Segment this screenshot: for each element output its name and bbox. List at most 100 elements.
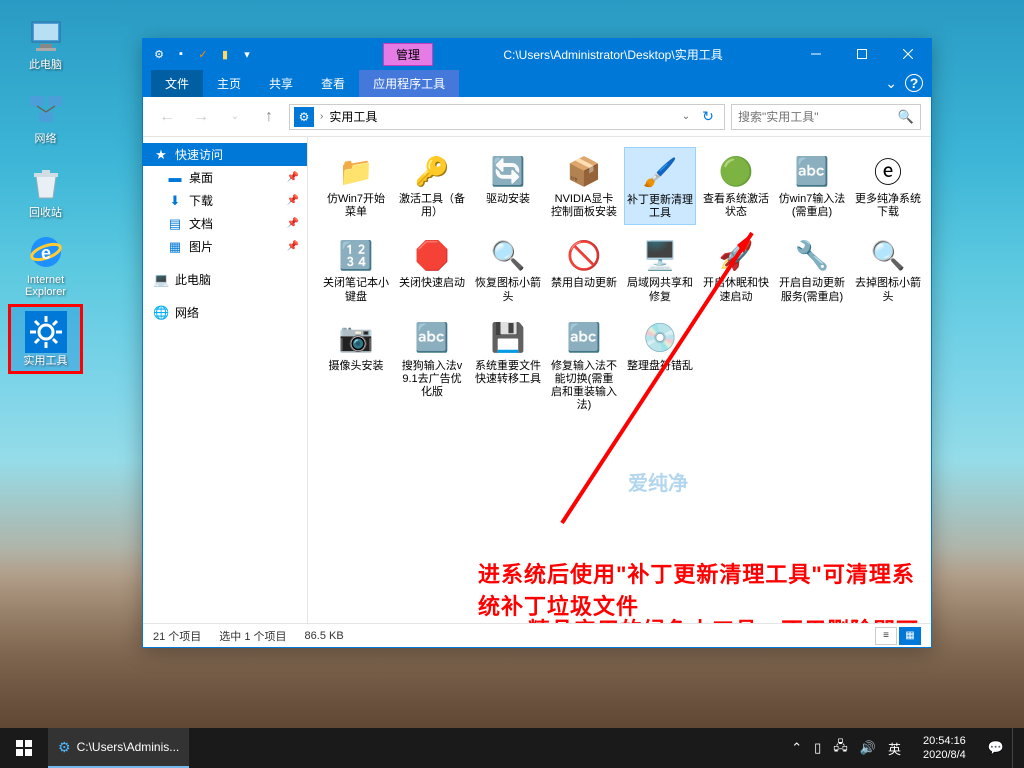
file-item[interactable]: 🔤搜狗输入法v9.1去广告优化版 [396,314,468,417]
file-item[interactable]: 💿整理盘符错乱 [624,314,696,417]
help-icon[interactable]: ? [905,74,923,92]
list-view-button[interactable]: ≡ [875,627,897,645]
taskbar-clock[interactable]: 20:54:16 2020/8/4 [913,734,976,763]
file-item[interactable]: ⓔ更多纯净系统下载 [852,147,924,225]
ribbon-tab-apptools[interactable]: 应用程序工具 [359,70,459,97]
file-label: 去掉图标小箭头 [854,277,922,303]
titlebar[interactable]: ⚙ ▪ ✓ ▮ ▾ 管理 C:\Users\Administrator\Desk… [143,39,931,69]
task-label: C:\Users\Adminis... [77,740,180,754]
watermark-text: 爱纯净 [628,467,688,496]
recent-dropdown[interactable]: ⌄ [221,103,249,131]
icon-view-button[interactable]: ▦ [899,627,921,645]
minimize-button[interactable] [793,39,839,69]
tray-battery-icon[interactable]: ▯ [814,740,821,756]
nav-pictures[interactable]: ▦图片📌 [143,235,307,258]
show-desktop-button[interactable] [1012,728,1024,768]
chevron-icon[interactable]: › [318,111,325,122]
nav-desktop[interactable]: ▬桌面📌 [143,166,307,189]
computer-icon [25,15,67,57]
ribbon-tab-view[interactable]: 查看 [307,70,359,97]
file-item[interactable]: 🔑激活工具（备用） [396,147,468,225]
desktop-icon-network[interactable]: 网络 [8,82,83,152]
refresh-button[interactable]: ↻ [696,108,720,125]
file-label: 禁用自动更新 [551,277,617,290]
back-button[interactable]: ← [153,103,181,131]
pin-icon: 📌 [287,218,299,229]
breadcrumb-bar[interactable]: ⚙ › 实用工具 ⌄ ↻ [289,104,725,130]
file-item[interactable]: 🔤仿win7输入法(需重启) [776,147,848,225]
search-input[interactable] [738,110,898,124]
file-item[interactable]: 🔍恢复图标小箭头 [472,231,544,307]
file-item[interactable]: 📷摄像头安装 [320,314,392,417]
taskbar-task-explorer[interactable]: ⚙ C:\Users\Adminis... [48,728,189,768]
file-icon: 🔍 [488,235,528,275]
notification-icon[interactable]: 💬 [988,740,1004,756]
ribbon-expand-icon[interactable]: ⌄ [885,75,897,92]
tray-ime[interactable]: 英 [888,739,901,758]
qat-folder-icon[interactable]: ▮ [215,44,235,64]
quick-access-toolbar: ⚙ ▪ ✓ ▮ ▾ [143,44,263,64]
desktop-icon-recycle-bin[interactable]: 回收站 [8,156,83,226]
ribbon-tab-file[interactable]: 文件 [151,70,203,97]
file-item[interactable]: 💾系统重要文件快速转移工具 [472,314,544,417]
file-icon: 🔍 [868,235,908,275]
qat-dropdown-icon[interactable]: ▾ [237,44,257,64]
file-item[interactable]: 🛑关闭快速启动 [396,231,468,307]
start-button[interactable] [0,728,48,768]
breadcrumb-dropdown[interactable]: ⌄ [676,111,696,122]
tray-volume-icon[interactable]: 🔊 [860,740,876,756]
file-label: 局域网共享和修复 [626,277,694,303]
desktop-icon-this-pc[interactable]: 此电脑 [8,8,83,78]
forward-button[interactable]: → [187,103,215,131]
tray-chevron-icon[interactable]: ⌃ [791,740,802,756]
file-item[interactable]: 🚫禁用自动更新 [548,231,620,307]
file-item[interactable]: 🚀开启休眠和快速启动 [700,231,772,307]
gear-icon: ⚙ [294,107,314,127]
file-item[interactable]: 🔄驱动安装 [472,147,544,225]
nav-network[interactable]: 🌐网络 [143,301,307,324]
maximize-button[interactable] [839,39,885,69]
file-label: 恢复图标小箭头 [474,277,542,303]
network-icon [25,89,67,131]
qat-icon[interactable]: ⚙ [149,44,169,64]
gear-icon [25,311,67,353]
ribbon-tab-share[interactable]: 共享 [255,70,307,97]
desktop-icon-tools[interactable]: 实用工具 [8,304,83,374]
qat-icon[interactable]: ▪ [171,44,191,64]
nav-documents[interactable]: ▤文档📌 [143,212,307,235]
ribbon-tab-home[interactable]: 主页 [203,70,255,97]
file-item[interactable]: 🔍去掉图标小箭头 [852,231,924,307]
nav-this-pc[interactable]: 💻此电脑 [143,268,307,291]
file-pane[interactable]: 📁仿Win7开始菜单🔑激活工具（备用）🔄驱动安装📦NVIDIA显卡控制面板安装🖌… [308,137,931,623]
picture-icon: ▦ [167,239,183,255]
file-icon: 🔤 [564,318,604,358]
nav-downloads[interactable]: ⬇下载📌 [143,189,307,212]
qat-check-icon[interactable]: ✓ [193,44,213,64]
desktop-icon-label: 实用工具 [24,355,68,367]
file-label: 修复输入法不能切换(需重启和重装输入法) [550,360,618,413]
download-icon: ⬇ [167,193,183,209]
network-icon: 🌐 [153,305,169,321]
tray-network-icon[interactable]: 🖧 [833,737,848,759]
desktop-icon-ie[interactable]: e Internet Explorer [8,230,83,300]
file-item[interactable]: 🔤修复输入法不能切换(需重启和重装输入法) [548,314,620,417]
file-item[interactable]: 🖌️补丁更新清理工具 [624,147,696,225]
search-icon[interactable]: 🔍 [898,109,914,125]
breadcrumb-segment[interactable]: 实用工具 [325,108,381,125]
up-button[interactable]: ↑ [255,103,283,131]
file-label: 关闭笔记本小键盘 [322,277,390,303]
file-icon: 📁 [336,151,376,191]
file-item[interactable]: 📦NVIDIA显卡控制面板安装 [548,147,620,225]
file-item[interactable]: 🔧开启自动更新服务(需重启) [776,231,848,307]
search-box[interactable]: 🔍 [731,104,921,130]
file-item[interactable]: 🟢查看系统激活状态 [700,147,772,225]
file-item[interactable]: 🔢关闭笔记本小键盘 [320,231,392,307]
file-icon: 🔧 [792,235,832,275]
star-icon: ★ [153,147,169,163]
file-label: 整理盘符错乱 [627,360,693,373]
file-item[interactable]: 📁仿Win7开始菜单 [320,147,392,225]
file-item[interactable]: 🖥️局域网共享和修复 [624,231,696,307]
desktop-icon-label: 回收站 [29,207,62,219]
nav-quick-access[interactable]: ★ 快速访问 [143,143,307,166]
close-button[interactable] [885,39,931,69]
